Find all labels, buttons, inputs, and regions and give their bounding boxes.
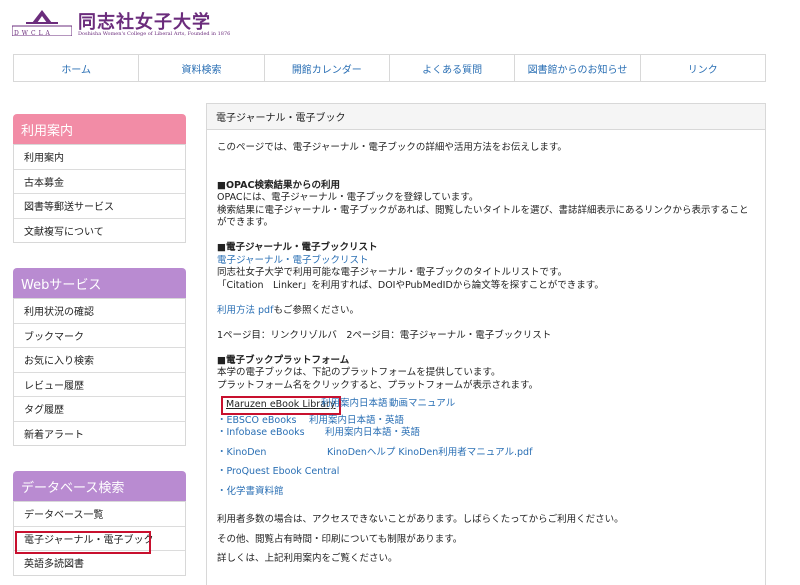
opac-line2: 検索結果に電子ジャーナル・電子ブックがあれば、閲覧したいタイトルを選び、書誌詳細… bbox=[217, 204, 749, 229]
nav-links[interactable]: リンク bbox=[641, 55, 765, 81]
opac-line1: OPACには、電子ジャーナル・電子ブックを登録しています。 bbox=[217, 192, 479, 203]
kinoden-help-link[interactable]: KinoDenヘルプ KinoDen利用者マニュアル.pdf bbox=[327, 447, 532, 460]
sidebar-db-title: データベース検索 bbox=[13, 471, 186, 501]
pdf-suffix: もご参照ください。 bbox=[273, 304, 359, 316]
opac-heading: ■OPAC検索結果からの利用 bbox=[217, 179, 340, 191]
sidebar-item-ejournal-ebook[interactable]: 電子ジャーナル・電子ブック bbox=[14, 525, 185, 551]
ebsco-guide-link[interactable]: 利用案内日本語・英語 bbox=[309, 415, 404, 428]
sidebar-web: Webサービス 利用状況の確認 ブックマーク お気に入り検索 レビュー履歴 タグ… bbox=[13, 268, 186, 446]
intro-text: このページでは、電子ジャーナル・電子ブックの詳細や活用方法をお伝えします。 bbox=[217, 142, 567, 153]
pages-text: 1ページ目：リンクリゾルバ 2ページ目：電子ジャーナル・電子ブックリスト bbox=[217, 329, 552, 341]
platform-line1: 本学の電子ブックは、下記のプラットフォームを提供しています。 bbox=[217, 367, 501, 378]
platform-row-infobase: ・Infobase eBooks 利用案内日本語・英語 bbox=[217, 427, 757, 441]
maruzen-guide-link[interactable]: 利用案内日本語 bbox=[321, 398, 388, 411]
usage-pdf-link[interactable]: 利用方法 pdf bbox=[217, 305, 273, 316]
sidebar-item-review-history[interactable]: レビュー履歴 bbox=[14, 371, 185, 397]
sidebar-item-new-alert[interactable]: 新着アラート bbox=[14, 420, 185, 446]
sidebar-item-mail-service[interactable]: 図書等郵送サービス bbox=[14, 193, 185, 218]
platform-row-proquest: ・ProQuest Ebook Central bbox=[217, 466, 757, 480]
sidebar-web-title: Webサービス bbox=[13, 268, 186, 298]
nav-search[interactable]: 資料検索 bbox=[139, 55, 265, 81]
sidebar-db: データベース検索 データベース一覧 電子ジャーナル・電子ブック 英語多読図書 bbox=[13, 471, 186, 576]
nav-news[interactable]: 図書館からのお知らせ bbox=[515, 55, 641, 81]
sidebar-guide-list: 利用案内 古本募金 図書等郵送サービス 文献複写について bbox=[13, 144, 186, 243]
top-navigation: ホーム 資料検索 開館カレンダー よくある質問 図書館からのお知らせ リンク bbox=[13, 54, 766, 82]
platform-heading: ■電子ブックプラットフォーム bbox=[217, 354, 350, 366]
nav-home[interactable]: ホーム bbox=[14, 55, 140, 81]
kagaku-link[interactable]: ・化学書資料館 bbox=[217, 486, 284, 499]
sidebar-db-list: データベース一覧 電子ジャーナル・電子ブック 英語多読図書 bbox=[13, 501, 186, 576]
sidebar-item-tag-history[interactable]: タグ履歴 bbox=[14, 396, 185, 421]
sidebar-guide: 利用案内 利用案内 古本募金 図書等郵送サービス 文献複写について bbox=[13, 114, 186, 243]
sidebar-guide-title: 利用案内 bbox=[13, 114, 186, 144]
platform-row-ebsco: ・EBSCO eBooks 利用案内日本語・英語 bbox=[217, 415, 757, 427]
proquest-link[interactable]: ・ProQuest Ebook Central bbox=[217, 466, 339, 479]
sidebar-item-favorite-search[interactable]: お気に入り検索 bbox=[14, 347, 185, 372]
sidebar-item-usage-status[interactable]: 利用状況の確認 bbox=[14, 298, 185, 323]
kinoden-link[interactable]: ・KinoDen bbox=[217, 447, 266, 460]
maruzen-video-link[interactable]: 動画マニュアル bbox=[389, 398, 455, 411]
main-panel: 電子ジャーナル・電子ブック このページでは、電子ジャーナル・電子ブックの詳細や活… bbox=[206, 103, 766, 585]
sidebar-web-list: 利用状況の確認 ブックマーク お気に入り検索 レビュー履歴 タグ履歴 新着アラー… bbox=[13, 298, 186, 446]
main-content: このページでは、電子ジャーナル・電子ブックの詳細や活用方法をお伝えします。 ■O… bbox=[217, 142, 757, 566]
ebsco-link[interactable]: ・EBSCO eBooks bbox=[217, 415, 296, 428]
ejournal-list-link[interactable]: 電子ジャーナル・電子ブックリスト bbox=[217, 255, 757, 268]
list-line2: 「Citation Linker」を利用すれば、DOIやPubMedIDから論文… bbox=[217, 279, 604, 291]
site-subtitle: Doshisha Women's College of Liberal Arts… bbox=[78, 31, 231, 37]
infobase-link[interactable]: ・Infobase eBooks bbox=[217, 427, 305, 440]
platform-row-maruzen: Maruzen eBook Library 利用案内日本語 動画マニュアル bbox=[217, 396, 757, 415]
site-logo[interactable]: DWCLA 同志社女子大学 Doshisha Women's College o… bbox=[12, 8, 230, 37]
pdf-line: 利用方法 pdfもご参照ください。 bbox=[217, 305, 757, 318]
logo-letters: DWCLA bbox=[14, 30, 53, 37]
notes-line3: 詳しくは、上記利用案内をご覧ください。 bbox=[217, 553, 398, 564]
nav-calendar[interactable]: 開館カレンダー bbox=[265, 55, 390, 81]
platform-row-kagaku: ・化学書資料館 bbox=[217, 486, 757, 500]
page-title: 電子ジャーナル・電子ブック bbox=[207, 104, 765, 130]
notes-line1: 利用者多数の場合は、アクセスできないことがあります。しばらくたってからご利用くだ… bbox=[217, 514, 624, 525]
sidebar-item-bookmark[interactable]: ブックマーク bbox=[14, 322, 185, 348]
platform-line2: プラットフォーム名をクリックすると、プラットフォームが表示されます。 bbox=[217, 379, 539, 391]
sidebar-item-guide[interactable]: 利用案内 bbox=[14, 144, 185, 169]
notes-line2: その他、閲覧占有時間・印刷についても制限があります。 bbox=[217, 533, 463, 545]
infobase-guide-link[interactable]: 利用案内日本語・英語 bbox=[325, 427, 420, 440]
sidebar-item-copy-service[interactable]: 文献複写について bbox=[14, 217, 185, 243]
sidebar-item-used-book-donation[interactable]: 古本募金 bbox=[14, 168, 185, 194]
sidebar-item-extensive-reading[interactable]: 英語多読図書 bbox=[14, 550, 185, 575]
sidebar-item-database-list[interactable]: データベース一覧 bbox=[14, 501, 185, 526]
list-line1: 同志社女子大学で利用可能な電子ジャーナル・電子ブックのタイトルリストです。 bbox=[217, 267, 568, 278]
nav-faq[interactable]: よくある質問 bbox=[390, 55, 516, 81]
platform-row-kinoden: ・KinoDen KinoDenヘルプ KinoDen利用者マニュアル.pdf bbox=[217, 447, 757, 461]
list-heading: ■電子ジャーナル・電子ブックリスト bbox=[217, 242, 378, 253]
